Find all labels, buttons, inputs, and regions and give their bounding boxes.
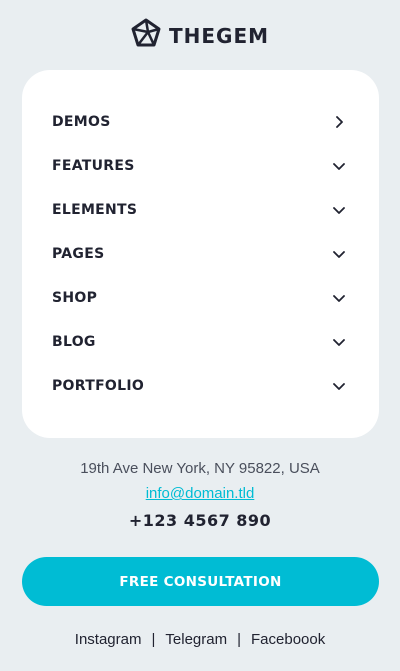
chevron-down-icon[interactable] — [333, 336, 345, 348]
separator: | — [151, 631, 156, 648]
social-links: Instagram | Telegram | Faceboook — [0, 631, 400, 648]
chevron-down-icon[interactable] — [333, 160, 345, 172]
menu-item-blog[interactable]: BLOG — [22, 320, 379, 364]
chevron-right-icon[interactable] — [333, 116, 345, 128]
menu-item-pages[interactable]: PAGES — [22, 232, 379, 276]
separator: | — [237, 631, 241, 648]
brand-logo[interactable]: THEGEM — [0, 18, 400, 53]
menu-item-label: ELEMENTS — [52, 202, 138, 218]
free-consultation-button[interactable]: FREE CONSULTATION — [22, 557, 379, 606]
menu-item-label: FEATURES — [52, 158, 135, 174]
contact-phone[interactable]: +123 4567 890 — [0, 511, 400, 530]
menu-item-shop[interactable]: SHOP — [22, 276, 379, 320]
contact-address: 19th Ave New York, NY 95822, USA — [80, 460, 320, 477]
menu-item-demos[interactable]: DEMOS — [22, 100, 379, 144]
social-link-instagram[interactable]: Instagram — [75, 631, 142, 648]
mobile-menu: DEMOS FEATURES ELEMENTS PAGES SHOP BLOG — [22, 70, 379, 438]
contact-email-link[interactable]: info@domain.tld — [0, 485, 400, 502]
menu-item-label: PORTFOLIO — [52, 378, 145, 394]
menu-item-portfolio[interactable]: PORTFOLIO — [22, 364, 379, 408]
chevron-down-icon[interactable] — [333, 204, 345, 216]
social-link-telegram[interactable]: Telegram — [165, 631, 227, 648]
menu-item-features[interactable]: FEATURES — [22, 144, 379, 188]
pentagon-gem-icon — [131, 18, 161, 53]
social-link-facebook[interactable]: Faceboook — [251, 631, 325, 648]
chevron-down-icon[interactable] — [333, 248, 345, 260]
chevron-down-icon[interactable] — [333, 380, 345, 392]
menu-item-label: PAGES — [52, 246, 105, 262]
menu-item-label: SHOP — [52, 290, 98, 306]
menu-item-elements[interactable]: ELEMENTS — [22, 188, 379, 232]
menu-item-label: DEMOS — [52, 114, 111, 130]
brand-name: THEGEM — [168, 23, 270, 48]
menu-item-label: BLOG — [52, 334, 96, 350]
chevron-down-icon[interactable] — [333, 292, 345, 304]
